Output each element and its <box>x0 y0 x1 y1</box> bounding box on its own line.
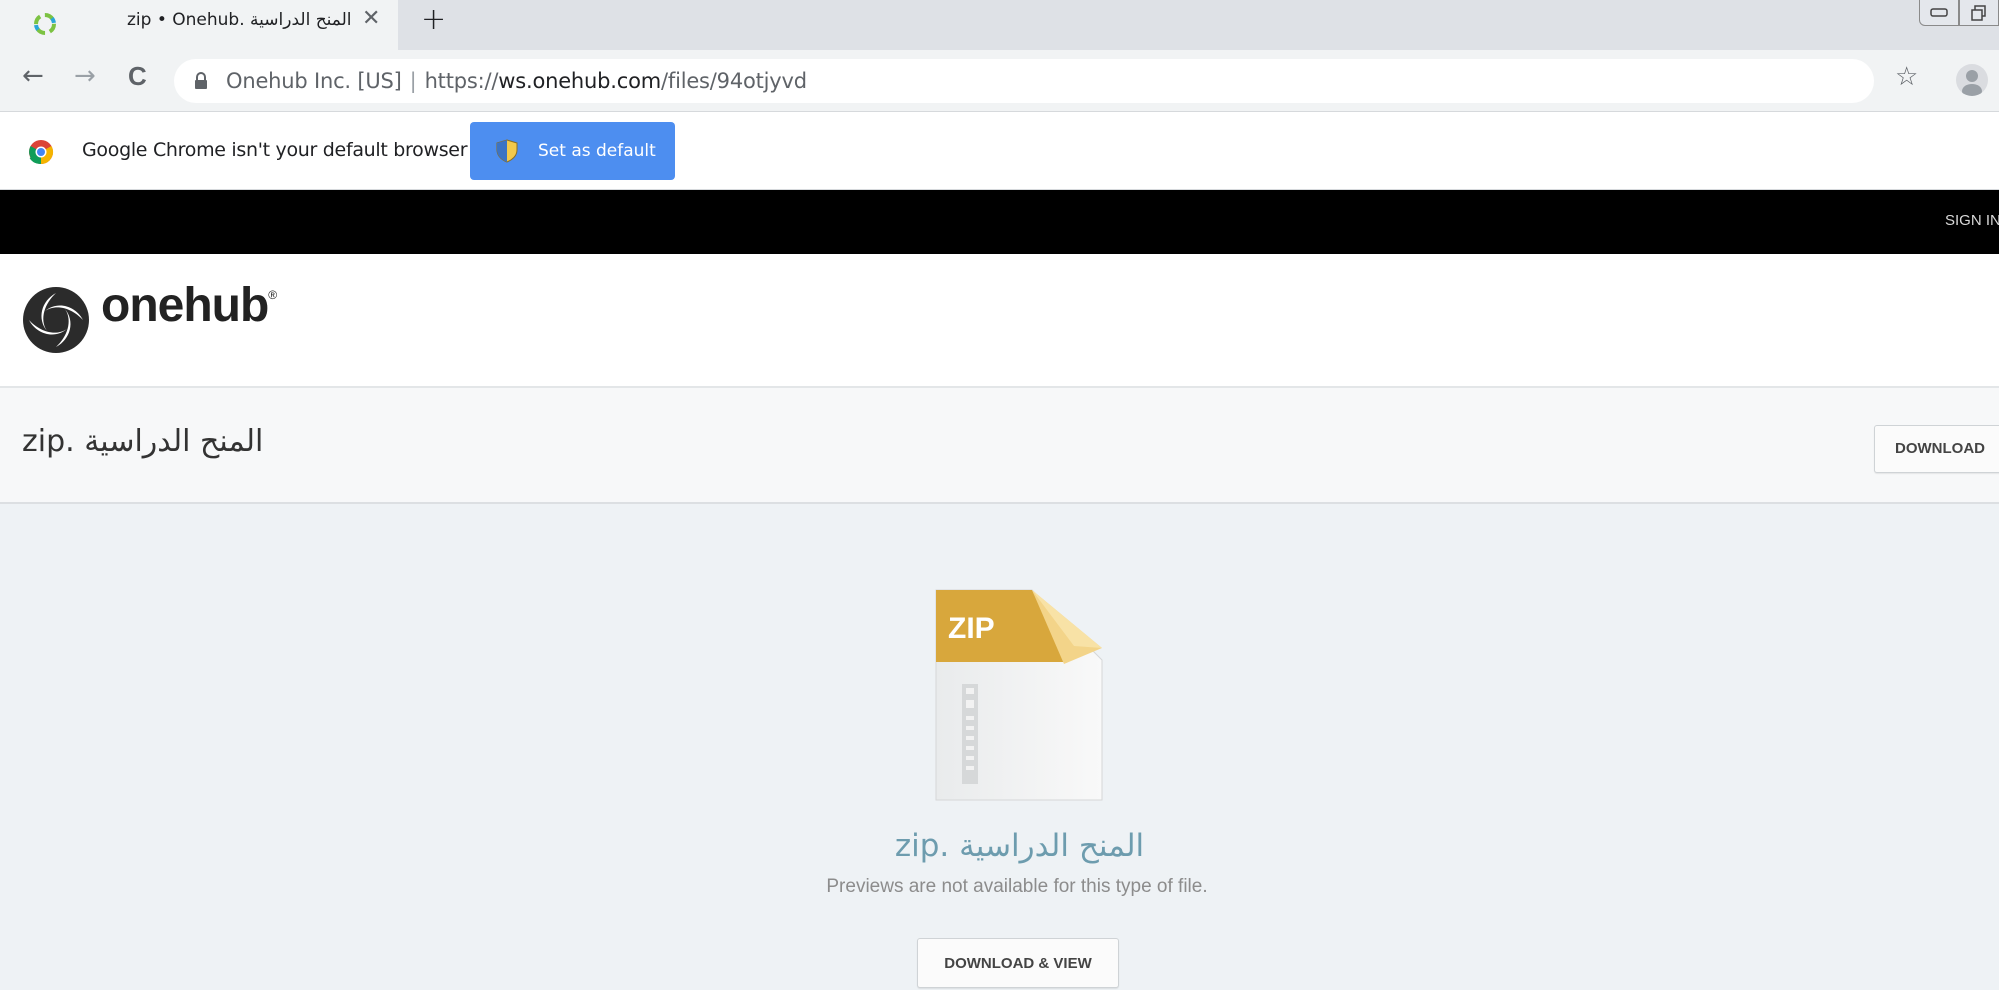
site-header: onehub® <box>0 254 1999 388</box>
bookmark-star-icon[interactable]: ☆ <box>1895 64 1918 90</box>
onehub-favicon-icon <box>34 13 56 35</box>
zip-label: ZIP <box>948 612 995 645</box>
brand-mark: ® <box>268 288 277 302</box>
url-scheme: https:// <box>424 69 499 93</box>
minimize-icon[interactable] <box>1919 0 1959 26</box>
browser-toolbar: ← → C Onehub Inc. [US] | https://ws.onehub… <box>0 50 1999 112</box>
infobar-message: Google Chrome isn't your default browser <box>82 139 468 161</box>
default-browser-infobar: Google Chrome isn't your default browser… <box>0 112 1999 190</box>
security-label: Onehub Inc. [US] <box>226 69 402 93</box>
brand-name-text: onehub <box>101 279 269 332</box>
restore-icon[interactable] <box>1959 0 1999 26</box>
onehub-wordmark: onehub® <box>101 278 277 333</box>
uac-shield-icon <box>496 139 518 163</box>
onehub-logo-icon[interactable] <box>21 285 91 355</box>
set-as-default-button[interactable]: Set as default <box>470 122 675 180</box>
forward-arrow-icon[interactable]: → <box>74 63 96 89</box>
download-button[interactable]: DOWNLOAD <box>1874 425 1999 473</box>
site-topbar: SIGN IN <box>0 190 1999 254</box>
back-arrow-icon[interactable]: ← <box>22 63 44 89</box>
set-as-default-label: Set as default <box>538 141 656 161</box>
reload-icon[interactable]: C <box>128 63 147 89</box>
window-controls <box>1919 0 1999 26</box>
url-path: /files/94otjyvd <box>661 69 807 93</box>
url-text: Onehub Inc. [US] | https://ws.onehub.com/f… <box>226 69 807 93</box>
tab-close-icon[interactable]: ✕ <box>362 8 380 30</box>
file-header-bar: zip. المنح الدراسية DOWNLOAD <box>0 388 1999 504</box>
profile-avatar-icon[interactable] <box>1956 64 1988 96</box>
zip-file-icon: ZIP <box>935 589 1103 801</box>
url-host: ws.onehub.com <box>498 69 661 93</box>
preview-area: ZIP zip. المنح الدراسية Previews are not… <box>0 504 1999 990</box>
tab-strip: zip • Onehub. المنح الدراسية ✕ + <box>0 0 1999 50</box>
new-tab-icon[interactable]: + <box>421 5 446 35</box>
file-title: zip. المنح الدراسية <box>22 424 264 459</box>
sign-in-link[interactable]: SIGN IN <box>1945 212 1999 229</box>
tab-title: zip • Onehub. المنح الدراسية <box>127 10 352 30</box>
preview-file-name: zip. المنح الدراسية <box>894 828 1145 864</box>
tab-active[interactable]: zip • Onehub. المنح الدراسية ✕ <box>0 0 398 50</box>
chrome-logo-icon <box>29 140 54 165</box>
address-bar[interactable]: Onehub Inc. [US] | https://ws.onehub.com/f… <box>174 59 1874 103</box>
download-and-view-button[interactable]: DOWNLOAD & VIEW <box>917 938 1119 988</box>
lock-icon <box>195 72 207 89</box>
preview-unavailable-message: Previews are not available for this type… <box>826 876 1208 897</box>
